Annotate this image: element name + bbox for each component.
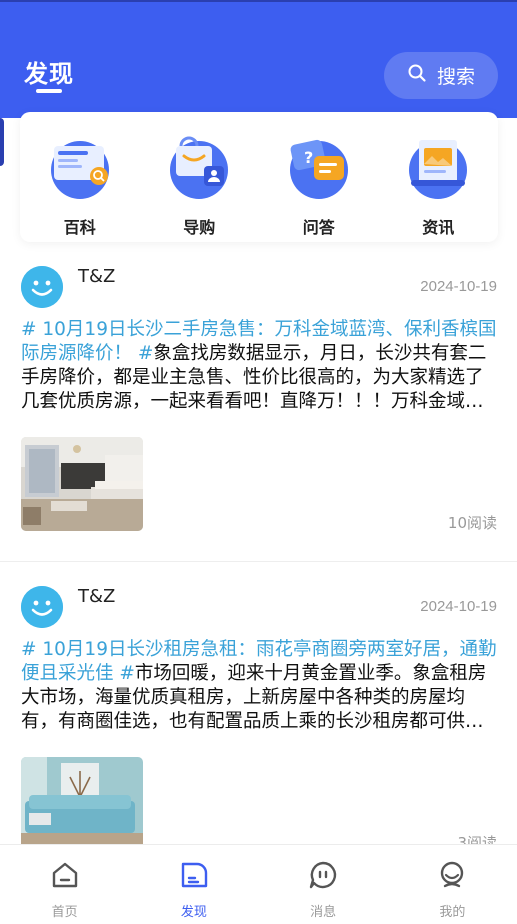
shopping-guide-icon <box>166 134 232 200</box>
author-name: T&Z <box>78 266 116 287</box>
active-tab-indicator <box>36 89 62 93</box>
message-icon <box>307 859 339 895</box>
tab-discover[interactable]: 发现 <box>129 845 258 924</box>
category-label: 百科 <box>63 218 96 237</box>
post-content[interactable]: # 10月19日长沙租房急租：雨花亭商圈旁两室好居，通勤便且采光佳 #市场回暖，… <box>21 638 499 734</box>
category-card: 百科 导购 ? 问答 资讯 <box>20 112 498 242</box>
category-label: 资讯 <box>422 218 455 237</box>
category-label: 导购 <box>183 218 216 237</box>
read-count: 10阅读 <box>447 514 497 532</box>
qa-icon: ? <box>286 134 352 200</box>
search-label: 搜索 <box>436 66 475 88</box>
profile-icon <box>436 859 468 895</box>
tab-profile[interactable]: 我的 <box>388 845 517 924</box>
tab-label: 消息 <box>310 905 337 920</box>
tab-messages[interactable]: 消息 <box>259 845 388 924</box>
status-bar <box>0 0 517 2</box>
tab-label: 首页 <box>51 905 78 920</box>
home-icon <box>49 859 81 895</box>
feed-post[interactable]: T&Z 2024-10-19 # 10月19日长沙租房急租：雨花亭商圈旁两室好居… <box>0 578 517 852</box>
encyclopedia-icon <box>47 134 113 200</box>
author-name: T&Z <box>78 586 116 607</box>
avatar[interactable] <box>21 586 63 628</box>
bottom-tab-bar: 首页 发现 消息 我的 <box>0 844 517 924</box>
tab-label: 我的 <box>439 905 466 920</box>
category-qa[interactable]: ? 问答 <box>259 112 379 242</box>
category-encyclopedia[interactable]: 百科 <box>20 112 140 242</box>
header: 发现 搜索 <box>0 0 517 118</box>
news-icon <box>405 134 471 200</box>
tab-label: 发现 <box>180 905 207 920</box>
avatar[interactable] <box>21 266 63 308</box>
category-label: 问答 <box>302 218 335 237</box>
search-button[interactable]: 搜索 <box>384 52 498 99</box>
post-thumbnail[interactable] <box>21 437 143 531</box>
post-content[interactable]: # 10月19日长沙二手房急售：万科金域蓝湾、保利香槟国际房源降价！ #象盒找房… <box>21 318 499 414</box>
page-title: 发现 <box>24 60 74 88</box>
category-news[interactable]: 资讯 <box>379 112 499 242</box>
post-thumbnail[interactable] <box>21 757 143 851</box>
svg-text:?: ? <box>304 148 313 167</box>
side-accent <box>0 118 4 166</box>
search-icon <box>407 63 427 88</box>
tab-home[interactable]: 首页 <box>0 845 129 924</box>
discover-icon <box>178 859 210 895</box>
post-date: 2024-10-19 <box>420 598 497 615</box>
feed-post[interactable]: T&Z 2024-10-19 # 10月19日长沙二手房急售：万科金域蓝湾、保利… <box>0 258 517 562</box>
post-date: 2024-10-19 <box>420 278 497 295</box>
category-shopping-guide[interactable]: 导购 <box>140 112 260 242</box>
